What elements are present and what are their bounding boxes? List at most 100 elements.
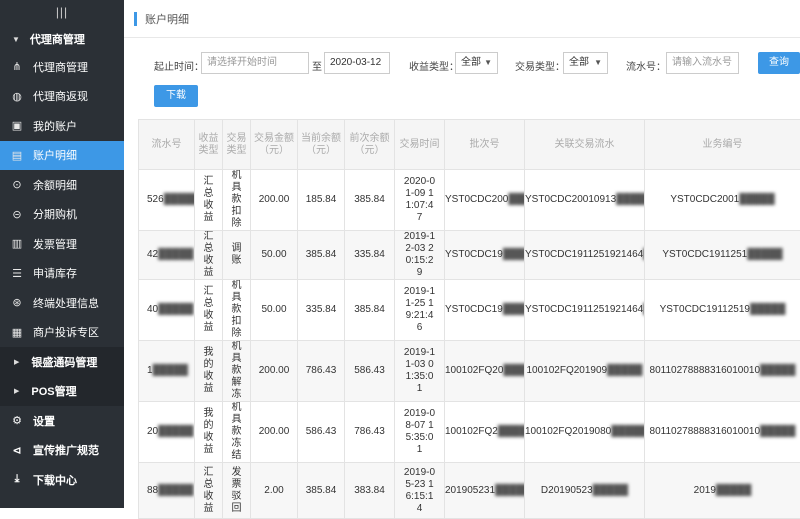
income-type-value: 全部 [461,57,481,68]
redacted-text: █████ [158,249,193,260]
search-button[interactable]: 查询 [758,52,800,74]
cell-income-type: 汇总收益 [195,231,223,280]
cell-balance: 385.84 [298,463,345,519]
cell-amount: 2.00 [251,463,298,519]
cell-text: 我的收益 [204,408,214,455]
table-row[interactable]: 42█████汇总收益调账50.00385.84335.842019-12-03… [139,231,800,280]
sidebar-item-9[interactable]: ▦商户投诉专区 [0,318,124,348]
trade-type-select[interactable]: 全部 ▼ [563,52,608,74]
caret-right-icon: ▶ [14,358,19,366]
sidebar-item-6[interactable]: ▥发票管理 [0,229,124,259]
redacted-text: █████ [158,304,193,315]
cell-text: 88 [147,485,158,496]
sidebar-bottom-item-1[interactable]: ⊲ 宣传推广规范 [0,436,124,466]
sidebar-item-7[interactable]: ☰申请库存 [0,259,124,289]
cell-related: YST0CDC1911251921464█████ [525,231,645,280]
cell-amount: 50.00 [251,280,298,341]
cell-text: 汇总收益 [204,231,214,278]
gear-icon: ⚙ [10,414,24,427]
redacted-text: █████ [508,194,524,205]
cell-text: 调账 [232,243,242,266]
redacted-text: █████ [158,485,193,496]
sidebar-item-3[interactable]: ▤账户明细 [0,141,124,171]
sidebar-item-label: 代理商管理 [33,59,88,75]
cell-text: 42 [147,249,158,260]
cell-text: 385.84 [354,194,385,205]
sidebar-item-label: 设置 [33,413,55,429]
redacted-text: █████ [593,485,628,496]
column-header: 交易时间 [395,120,445,170]
column-header: 前次余额（元） [345,120,395,170]
cell-serial: 20█████ [139,402,195,463]
sidebar-group-agent[interactable]: ▼ 代理商管理 [0,26,124,52]
income-type-select[interactable]: 全部 ▼ [455,52,498,74]
cell-text: 汇总收益 [204,286,214,333]
table-row[interactable]: 40█████汇总收益机具款扣除50.00335.84385.842019-11… [139,280,800,341]
sidebar-subgroup-1[interactable]: ▶POS管理 [0,377,124,407]
sidebar-item-label: 宣传推广规范 [33,442,99,458]
menu-toggle-icon[interactable]: ||| [0,0,124,26]
cell-time: 2019-12-03 20:15:29 [395,231,445,280]
sidebar-item-0[interactable]: ⋔代理商管理 [0,52,124,82]
redacted-text: █████ [760,365,795,376]
cell-amount: 200.00 [251,341,298,402]
cell-text: 335.84 [354,249,385,260]
cell-text: 383.84 [354,485,385,496]
sidebar-item-5[interactable]: ⊝分期购机 [0,200,124,230]
sidebar-item-8[interactable]: ⊛终端处理信息 [0,288,124,318]
cell-biz-no: YST0CDC2001█████ [645,170,800,231]
start-time-input[interactable]: 请选择开始时间 [201,52,309,74]
trade-type-value: 全部 [569,57,589,68]
sidebar-item-2[interactable]: ▣我的账户 [0,111,124,141]
cell-income-type: 我的收益 [195,402,223,463]
cell-trade-type: 发票驳回 [223,463,251,519]
table-row[interactable]: 88█████汇总收益发票驳回2.00385.84383.842019-05-2… [139,463,800,519]
cell-balance: 185.84 [298,170,345,231]
redacted-text: █████ [503,365,524,376]
table-row[interactable]: 20█████我的收益机具款冻结200.00586.43786.432019-0… [139,402,800,463]
cell-prev-balance: 586.43 [345,341,395,402]
sidebar-subgroup-0[interactable]: ▶银盛通码管理 [0,347,124,377]
cell-text: 汇总收益 [204,176,214,223]
column-header: 批次号 [445,120,525,170]
download-button[interactable]: 下载 [154,85,198,107]
money-bag-icon: ◍ [10,90,24,103]
cell-text: 50.00 [261,249,286,260]
main-content: 账户明细 起止时间： 请选择开始时间 至 2020-03-12 收益类型： 全部… [124,0,800,508]
serial-input[interactable]: 请输入流水号 [666,52,739,74]
cell-text: 机具款扣除 [232,280,242,339]
cell-text: 2019-05-23 16:15:14 [404,467,435,514]
cell-text: 汇总收益 [204,467,214,514]
income-type-label: 收益类型： [409,58,459,73]
invoice-icon: ▥ [10,237,24,250]
sidebar-bottom-item-2[interactable]: ⤓下载中心 [0,465,124,495]
redacted-text: █████ [716,485,751,496]
cell-batch: 100102FQ20█████ [445,341,525,402]
cell-income-type: 汇总收益 [195,280,223,341]
cell-text: 200.00 [259,426,290,437]
sidebar-item-label: 终端处理信息 [33,295,99,311]
redacted-text: █████ [164,194,195,205]
cell-text: 201905231 [445,485,495,496]
column-header: 当前余额（元） [298,120,345,170]
cell-text: 2019-12-03 20:15:29 [404,231,435,278]
sidebar-item-label: 分期购机 [33,206,77,222]
cell-text: 2.00 [264,485,283,496]
cell-text: 200.00 [259,365,290,376]
sidebar-item-label: 代理商返现 [33,88,88,104]
cell-balance: 586.43 [298,402,345,463]
sidebar-item-1[interactable]: ◍ 代理商返现 [0,82,124,112]
column-header: 交易金额（元） [251,120,298,170]
cell-text: 385.84 [354,304,385,315]
end-time-input[interactable]: 2020-03-12 [324,52,390,74]
cell-text: 786.43 [354,426,385,437]
cell-biz-no: YST0CDC1911251█████ [645,231,800,280]
redacted-text: █████ [158,426,193,437]
table-row[interactable]: 526█████汇总收益机具款扣除200.00185.84385.842020-… [139,170,800,231]
table-row[interactable]: 1█████我的收益机具款解冻200.00786.43586.432019-11… [139,341,800,402]
share-icon: ⊲ [10,444,24,457]
filter-panel: 起止时间： 请选择开始时间 至 2020-03-12 收益类型： 全部 ▼ 交易… [124,0,800,119]
cell-related: D20190523█████ [525,463,645,519]
sidebar-item-4[interactable]: ⊙余额明细 [0,170,124,200]
sidebar-bottom-item-0[interactable]: ⚙ 设置 [0,406,124,436]
